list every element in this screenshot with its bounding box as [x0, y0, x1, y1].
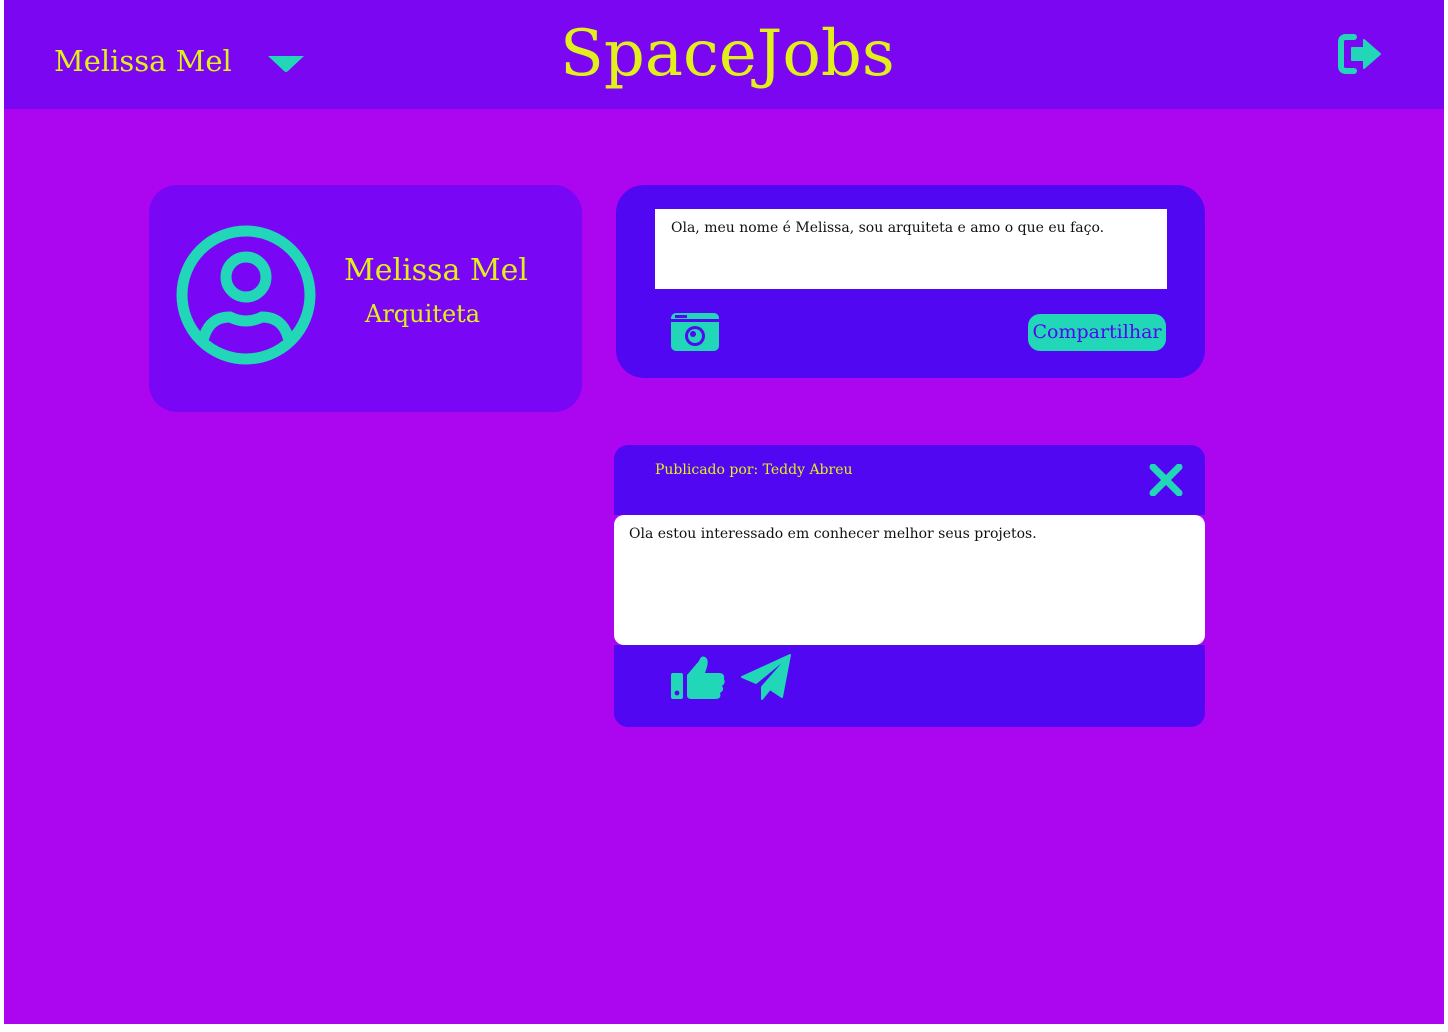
profile-card: Melissa Mel Arquiteta: [149, 185, 582, 412]
app-logo-title: SpaceJobs: [560, 17, 895, 91]
user-circle-icon: [176, 225, 316, 365]
post-composer: Ola, meu nome é Melissa, sou arquiteta e…: [616, 185, 1205, 378]
close-icon[interactable]: [1148, 464, 1184, 496]
profile-name: Melissa Mel: [344, 253, 528, 288]
paper-plane-icon[interactable]: [740, 653, 794, 701]
post-author: Publicado por: Teddy Abreu: [655, 462, 853, 478]
profile-role: Arquiteta: [365, 300, 481, 328]
post-body: Ola estou interessado em conhecer melhor…: [614, 515, 1205, 645]
app-frame: Melissa Mel SpaceJobs Melissa Mel Arquit…: [4, 0, 1444, 1024]
user-menu-name[interactable]: Melissa Mel: [54, 40, 232, 82]
logout-icon[interactable]: [1338, 34, 1382, 74]
share-button[interactable]: Compartilhar: [1028, 314, 1166, 351]
post-text-input[interactable]: Ola, meu nome é Melissa, sou arquiteta e…: [655, 209, 1167, 289]
post-actions: [614, 645, 1205, 727]
thumbs-up-icon[interactable]: [669, 653, 727, 701]
top-bar: Melissa Mel SpaceJobs: [4, 0, 1444, 109]
post-header: Publicado por: Teddy Abreu: [614, 445, 1205, 515]
chevron-down-icon[interactable]: [266, 54, 306, 74]
camera-icon[interactable]: [669, 309, 721, 353]
